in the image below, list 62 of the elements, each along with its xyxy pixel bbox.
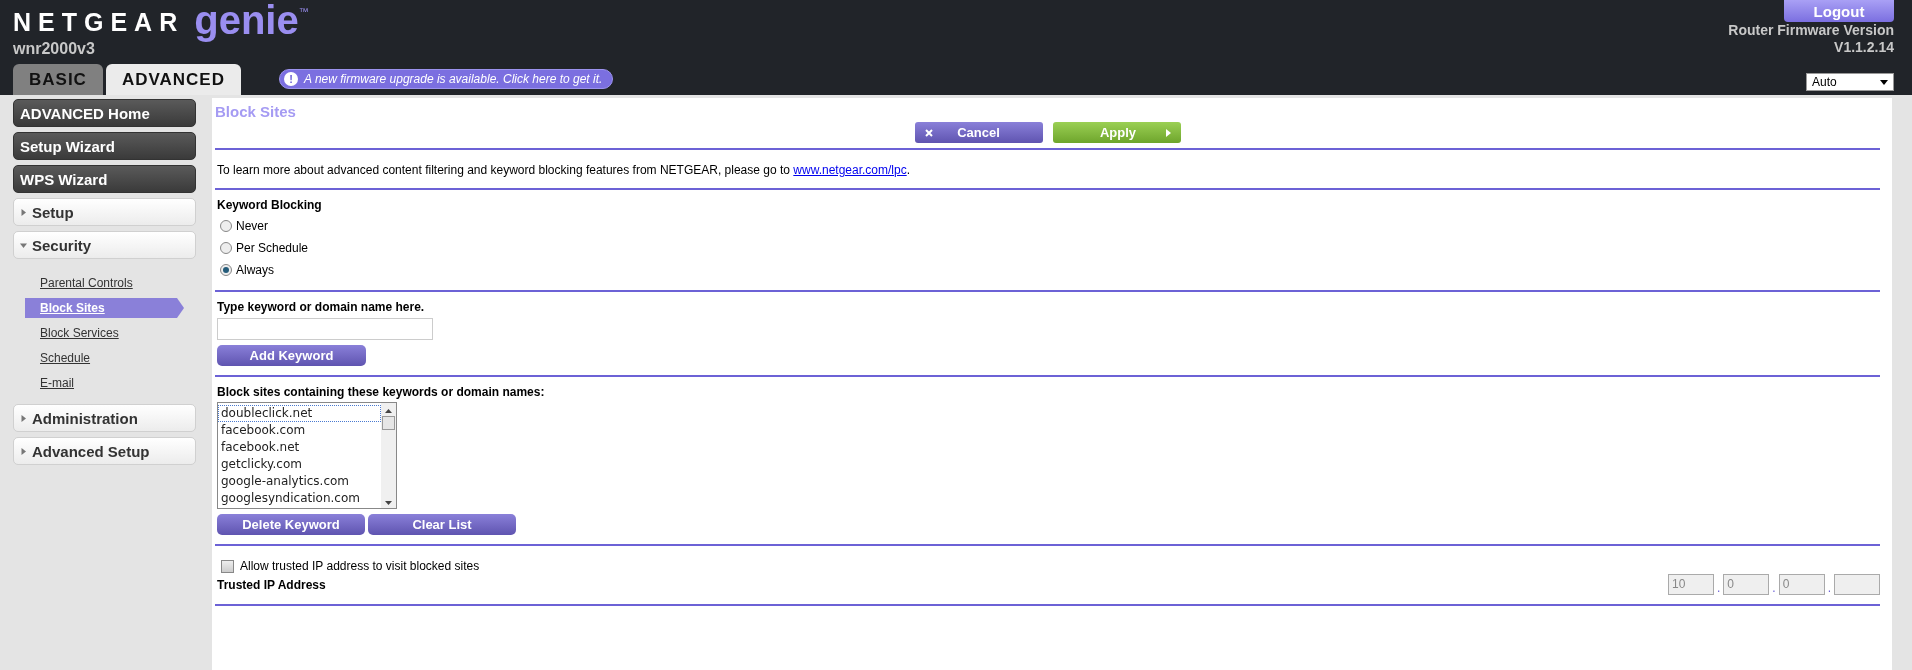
tab[interactable]: ADVANCED bbox=[105, 64, 241, 95]
keyword-list[interactable]: doubleclick.net facebook.com facebook.net getclicky.com google-analytics.com googlesyndication.com bbox=[217, 402, 397, 509]
scroll-up-icon[interactable] bbox=[385, 409, 392, 413]
tab[interactable]: BASIC bbox=[13, 64, 103, 95]
menu-button[interactable]: WPS Wizard bbox=[13, 165, 196, 193]
menu-button[interactable]: ADVANCED Home bbox=[13, 99, 196, 127]
checkbox-label: Allow trusted IP address to visit blocked sites bbox=[240, 559, 480, 573]
language-dropdown[interactable]: Auto bbox=[1806, 73, 1894, 91]
firmware-label: Router Firmware Version bbox=[1728, 22, 1894, 39]
scrollbar[interactable] bbox=[381, 403, 396, 508]
page-title: Block Sites bbox=[215, 102, 297, 120]
radio-button[interactable] bbox=[220, 264, 232, 276]
scrollbar-thumb[interactable] bbox=[382, 416, 395, 430]
separator-dot: . bbox=[1715, 580, 1722, 595]
submenu-link[interactable]: Block Services bbox=[25, 323, 184, 343]
submenu-link[interactable]: E-mail bbox=[25, 373, 184, 393]
separator-dot: . bbox=[1771, 580, 1777, 595]
caret-right-icon bbox=[20, 414, 27, 422]
add-keyword-button[interactable]: Add Keyword bbox=[217, 345, 366, 366]
menu-section[interactable]: Advanced Setup bbox=[13, 437, 196, 465]
scroll-down-icon[interactable] bbox=[385, 501, 392, 505]
submenu-link[interactable]: Schedule bbox=[25, 348, 184, 368]
firmware-version: V1.1.2.14 bbox=[1834, 39, 1894, 56]
radio-label: Always bbox=[236, 263, 274, 277]
field-label: Trusted IP Address bbox=[217, 578, 326, 592]
netgear-link[interactable]: www.netgear.com/lpc bbox=[793, 163, 907, 177]
list-item[interactable]: googlesyndication.com bbox=[218, 490, 381, 507]
caret-right-icon bbox=[20, 447, 27, 455]
clear-list-button[interactable]: Clear List bbox=[368, 514, 516, 535]
submenu-link[interactable]: Parental Controls bbox=[25, 273, 184, 293]
radio-label: Per Schedule bbox=[236, 241, 309, 255]
play-arrow-icon bbox=[1165, 128, 1171, 137]
radio-button[interactable] bbox=[220, 220, 232, 232]
caret-right-icon bbox=[20, 208, 27, 216]
delete-keyword-button[interactable]: Delete Keyword bbox=[217, 514, 365, 535]
close-icon bbox=[924, 128, 933, 137]
field-label: Type keyword or domain name here. bbox=[217, 300, 426, 314]
list-item[interactable]: doubleclick.net bbox=[218, 405, 381, 422]
menu-section[interactable]: Security bbox=[13, 231, 196, 259]
list-label: Block sites containing these keywords or domain names: bbox=[217, 385, 546, 399]
product-name: genie bbox=[194, 0, 299, 40]
radio-label: Never bbox=[236, 219, 268, 233]
brand-logo: NETGEAR bbox=[13, 8, 185, 37]
separator-dot: . bbox=[1826, 580, 1832, 595]
list-item[interactable]: facebook.com bbox=[218, 422, 381, 439]
list-item[interactable]: google-analytics.com bbox=[218, 473, 381, 490]
firmware-notice[interactable]: ! A new firmware upgrade is available. Click here to get it. bbox=[279, 68, 614, 89]
keyword-input[interactable] bbox=[217, 318, 433, 340]
menu-button[interactable]: Setup Wizard bbox=[13, 132, 196, 160]
radio-button[interactable] bbox=[220, 242, 232, 254]
alert-icon: ! bbox=[284, 71, 298, 86]
section-label: Keyword Blocking bbox=[217, 198, 323, 212]
info-text: To learn more about advanced content filtering and keyword blocking features from NETGEAR, please go to www.netgear.com/lpc. bbox=[217, 163, 912, 177]
cancel-button[interactable]: Cancel bbox=[914, 122, 1043, 143]
dropdown-arrow-icon bbox=[1880, 79, 1888, 85]
list-item[interactable]: facebook.net bbox=[218, 439, 381, 456]
menu-section[interactable]: Setup bbox=[13, 198, 196, 226]
list-item[interactable]: getclicky.com bbox=[218, 456, 381, 473]
caret-down-icon bbox=[20, 241, 27, 249]
model-name: wnr2000v3 bbox=[13, 40, 96, 59]
menu-section[interactable]: Administration bbox=[13, 404, 196, 432]
trademark-mark: ™ bbox=[298, 6, 309, 17]
